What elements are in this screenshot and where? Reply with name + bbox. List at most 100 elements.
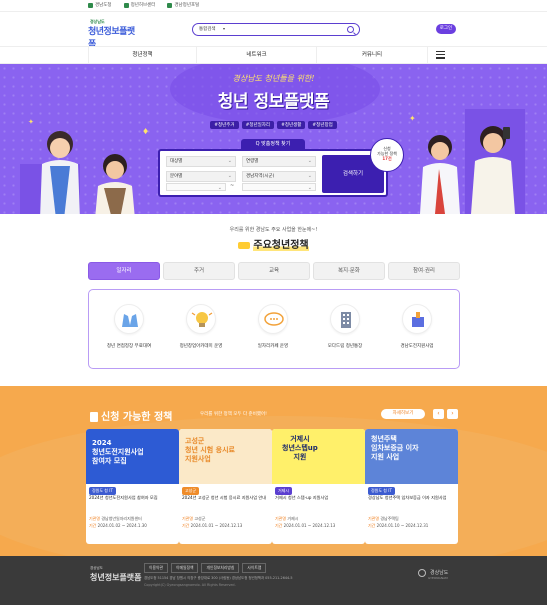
policy-list: 청년 면접정장 무료대여 청년창업아카데미 운영 일자리카페 운영 모다드림 청…	[88, 289, 460, 369]
card-tag: 정원도 청 IT	[89, 487, 116, 495]
utility-link-3[interactable]: 경남청년포털	[167, 2, 199, 8]
policy-item[interactable]: 청년창업아카데미 운영	[171, 304, 231, 350]
policy-title: 주요청년정책	[0, 236, 547, 251]
policy-card[interactable]: 2024 청년도전지원사업 참여자 모집 정원도 청 IT 2024년 청년도전…	[86, 429, 179, 544]
chat-icon	[258, 304, 288, 334]
card-name: 경상남도 청년주택 임차보증금 이자 지원사업	[368, 495, 447, 500]
megaphone-icon	[238, 241, 251, 249]
tab-housing[interactable]: 주거	[163, 262, 235, 280]
hero-tag[interactable]: #청년일자리	[241, 121, 275, 129]
lightbulb-icon	[186, 304, 216, 334]
apply-subtitle: 우리를 위한 정책 모두 다 준비했어!	[200, 412, 267, 417]
card-period: 기간 2024.01.01 ~ 2024.12.13	[275, 523, 336, 528]
footer-address: 경남도청 51154 경남 창원시 의창구 중앙대로 300 (사림동) 경상남…	[144, 576, 293, 580]
next-arrow-icon[interactable]: ›	[447, 409, 458, 419]
footer-logo[interactable]: 청년정보플랫폼	[90, 572, 142, 583]
policy-item[interactable]: 일자리카페 운영	[243, 304, 303, 350]
age-from-input[interactable]	[166, 183, 226, 193]
card-org: 기관명 고성군	[182, 516, 206, 521]
hero-tags: #청년주거 #청년일자리 #청년생활 #청년창업	[0, 121, 547, 129]
card-period: 기간 2024.01.01 ~ 2024.12.13	[182, 523, 243, 528]
footer-logo-top: 경상남도	[90, 566, 103, 570]
age-select[interactable]: 연령별	[242, 156, 316, 167]
hero-tag[interactable]: #청년창업	[308, 121, 337, 129]
gyeongnam-emblem-icon	[418, 569, 426, 577]
policy-card[interactable]: 청년주택 임차보증금 이자 지원 사업 정원도 청 IT 경상남도 청년주택 임…	[365, 429, 458, 544]
card-image: 청년주택 임차보증금 이자 지원 사업	[365, 429, 458, 484]
card-org: 기관명 경남주택팀	[368, 516, 399, 521]
card-tag: 고성군	[182, 487, 200, 495]
card-period: 기간 2024.01.02 ~ 2024.1.30	[89, 523, 147, 528]
hero-tag[interactable]: #청년생활	[277, 121, 306, 129]
tab-education[interactable]: 교육	[238, 262, 310, 280]
gov-en: GYEONGNAM	[428, 576, 448, 580]
footer-link-email[interactable]: 이메일정책	[170, 563, 199, 573]
card-name: 2024년 고성군 청년 시험 응시료 지원사업 안내	[182, 495, 267, 500]
leaf-icon	[88, 2, 93, 8]
card-image: 2024 청년도전지원사업 참여자 모집	[86, 429, 179, 484]
age-to-input[interactable]	[242, 183, 316, 193]
footer-link-terms[interactable]: 이용약관	[144, 563, 168, 573]
badge-count: 17건	[382, 156, 392, 161]
card-tag: 거제시	[275, 487, 293, 495]
more-button[interactable]: 자세히보기	[381, 409, 425, 419]
login-button[interactable]: 로그인	[436, 24, 456, 34]
chevron-down-icon: ▾	[223, 26, 226, 31]
card-org: 기관명 경남청년일자리지원센터	[89, 516, 142, 521]
range-tilde: ~	[230, 183, 235, 189]
footer-copyright: Copyright(C) Gyeongsangnamdo. All Rights…	[144, 583, 236, 587]
target-select[interactable]: 대상별	[166, 156, 236, 167]
search-icon[interactable]	[347, 26, 354, 33]
region-select[interactable]: 경남지역(시군)	[242, 171, 316, 182]
card-image: 거제시 청년스텝up 지원	[272, 429, 365, 484]
card-org: 기관명 거제시	[275, 516, 299, 521]
footer-link-privacy[interactable]: 개인정보처리방침	[201, 563, 240, 573]
policy-card[interactable]: 고성군 청년 시험 응시료 지원사업 고성군 2024년 고성군 청년 시험 응…	[179, 429, 272, 544]
utility-links: 경남도청 청년허브센터 경남청년포털	[88, 2, 199, 8]
policy-finder: Q 맞춤정책 찾기 대상별 연령별 분야별 경남지역(시군) ~ 검색하기	[158, 139, 388, 197]
finder-body: 대상별 연령별 분야별 경남지역(시군) ~ 검색하기	[158, 149, 388, 197]
header: 경상남도 청년정보플랫폼 통합검색 ▾ 로그인	[0, 12, 547, 50]
policy-item[interactable]: 경남도전지원사업	[387, 304, 447, 350]
card-period: 기간 2024.01.10 ~ 2024.12.31	[368, 523, 429, 528]
site-logo[interactable]: 경상남도 청년정보플랫폼	[88, 19, 136, 50]
available-policy-badge[interactable]: 신청 가능한 정책 17건	[370, 138, 404, 172]
hero-tag[interactable]: #청년주거	[210, 121, 239, 129]
nav-item-network[interactable]: 네트워크	[196, 47, 316, 64]
policy-card[interactable]: 거제시 청년스텝up 지원 거제시 거제시 청년 스텝-up 지원사업 기관명 …	[272, 429, 365, 544]
policy-item[interactable]: 모다드림 청년통장	[315, 304, 375, 350]
search-scope-select[interactable]: 통합검색	[199, 26, 216, 32]
apply-section: 신청 가능한 정책 우리를 위한 정책 모두 다 준비했어! 자세히보기 ‹ ›…	[0, 386, 547, 556]
document-icon	[90, 412, 98, 422]
card-tag: 정원도 청 IT	[368, 487, 395, 495]
building-icon	[330, 304, 360, 334]
tab-welfare[interactable]: 복지·문화	[313, 262, 385, 280]
policy-kicker: 우리를 위한 경남도 주요 사업을 한눈에~!	[229, 227, 318, 233]
nav-item-community[interactable]: 커뮤니티	[316, 47, 428, 64]
gov-name: 경상남도	[430, 570, 449, 576]
leaf-icon	[123, 2, 129, 8]
tab-participation[interactable]: 참여·권리	[388, 262, 460, 280]
policy-tabs: 일자리 주거 교육 복지·문화 참여·권리	[88, 262, 460, 280]
search-bar[interactable]: 통합검색 ▾	[192, 23, 360, 36]
hero-banner: ♦ ✦ ✦ 경상남도 청년들을 위한! 청년 정보플랫폼 #청년주거 #청년일자…	[0, 64, 547, 214]
apply-title: 신청 가능한 정책	[90, 408, 172, 423]
card-name: 거제시 청년 스텝-up 지원사업	[275, 495, 329, 500]
card-name: 2024년 청년도전지원사업 참여자 모집	[89, 495, 158, 500]
field-select[interactable]: 분야별	[166, 171, 236, 182]
footer-link-sitemap[interactable]: 사이트맵	[242, 563, 267, 573]
footer-links: 이용약관 이메일정책 개인정보처리방침 사이트맵	[144, 563, 267, 573]
prev-arrow-icon[interactable]: ‹	[433, 409, 444, 419]
policy-item[interactable]: 청년 면접정장 무료대여	[99, 304, 159, 350]
hamburger-menu-icon[interactable]	[436, 51, 445, 59]
leaf-icon	[167, 2, 173, 8]
utility-link-1[interactable]: 경남도청	[88, 2, 112, 8]
finder-title: Q 맞춤정책 찾기	[241, 139, 305, 149]
box-icon	[402, 304, 432, 334]
tab-jobs[interactable]: 일자리	[88, 262, 160, 280]
utility-bar: 경남도청 청년허브센터 경남청년포털	[0, 0, 547, 12]
suit-icon	[114, 304, 144, 334]
utility-link-2[interactable]: 청년허브센터	[123, 2, 155, 8]
nav-item-policy[interactable]: 청년정책	[88, 47, 196, 64]
hero-title: 청년 정보플랫폼	[217, 92, 330, 112]
